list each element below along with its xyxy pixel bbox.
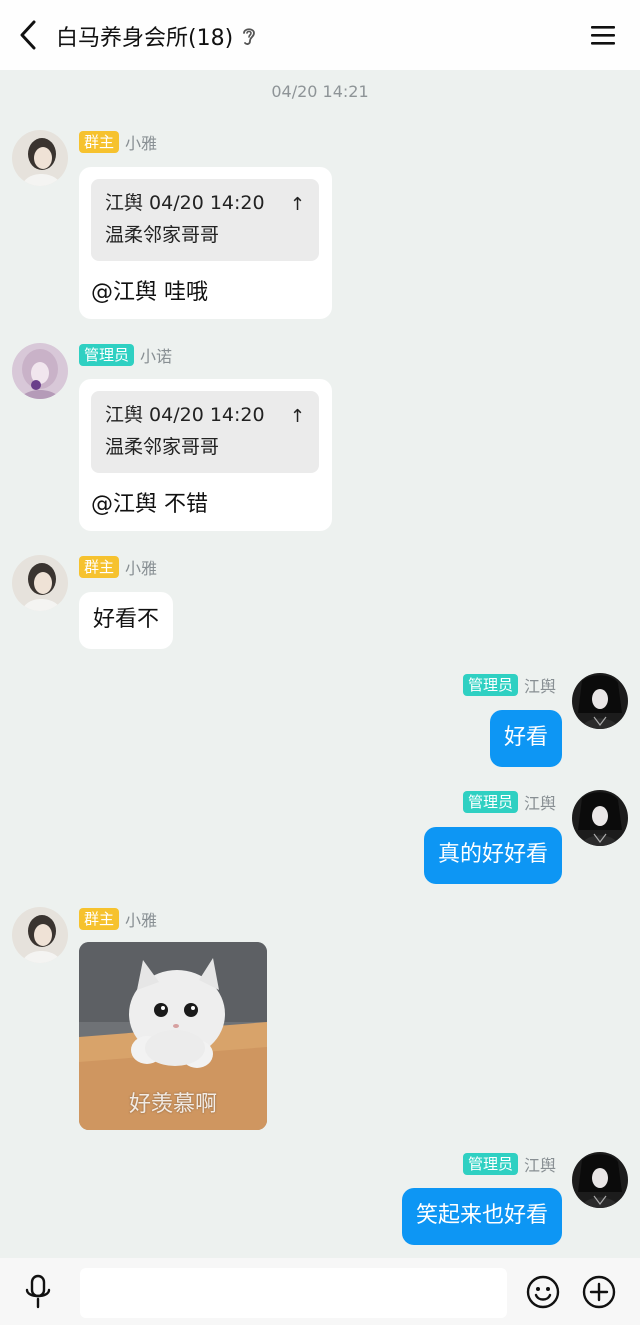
chat-header: 白马养身会所(18) <box>0 0 640 70</box>
quote-text: 温柔邻家哥哥 <box>105 436 220 458</box>
role-badge: 管理员 <box>462 791 518 813</box>
sender-meta: 管理员 江舆 <box>462 1152 556 1176</box>
message-bubble[interactable]: 江舆 04/20 14:20 温柔邻家哥哥 ↑ @江舆 哇哦 <box>79 167 332 319</box>
back-button[interactable] <box>12 18 44 52</box>
voice-button[interactable] <box>22 1274 54 1310</box>
quote-text: 温柔邻家哥哥 <box>105 224 220 246</box>
message-list[interactable]: 04/20 14:21 群主 小雅 江舆 04/20 14:20 温柔邻家哥哥 … <box>0 70 640 1258</box>
role-badge: 群主 <box>79 908 120 930</box>
sender-meta: 管理员 小诺 <box>79 343 172 367</box>
quote-jump-icon: ↑ <box>289 194 305 215</box>
group-title: 白马养身会所(18) <box>56 26 234 51</box>
role-badge: 群主 <box>79 131 120 153</box>
avatar[interactable] <box>12 555 68 611</box>
message-bubble[interactable]: 好看不 <box>79 592 174 649</box>
ear-icon <box>241 25 259 47</box>
time-separator: 04/20 14:21 <box>271 82 369 101</box>
sender-meta: 群主 小雅 <box>79 555 157 579</box>
sender-name: 江舆 <box>523 677 556 696</box>
quoted-message[interactable]: 江舆 04/20 14:20 温柔邻家哥哥 ↑ <box>91 391 319 473</box>
sender-name: 江舆 <box>523 794 556 813</box>
quote-jump-icon: ↑ <box>289 406 305 427</box>
input-bar <box>0 1258 640 1325</box>
message-input[interactable] <box>80 1268 507 1318</box>
emoji-button[interactable] <box>526 1275 560 1309</box>
role-badge: 群主 <box>79 556 120 578</box>
sender-name: 小雅 <box>125 911 158 930</box>
message-bubble[interactable]: 真的好好看 <box>423 827 562 884</box>
image-message[interactable]: 好羡慕啊 <box>79 942 267 1130</box>
sender-name: 小雅 <box>125 134 158 153</box>
role-badge: 管理员 <box>462 674 518 696</box>
title-area[interactable]: 白马养身会所(18) <box>56 20 259 52</box>
message-text: @江舆 不错 <box>91 492 208 517</box>
avatar[interactable] <box>12 343 68 399</box>
message-bubble[interactable]: 笑起来也好看 <box>401 1188 562 1245</box>
menu-icon <box>591 26 615 45</box>
role-badge: 管理员 <box>79 344 135 366</box>
more-button[interactable] <box>582 1275 616 1309</box>
sender-meta: 群主 小雅 <box>79 130 157 154</box>
quote-author-time: 江舆 04/20 14:20 <box>105 192 265 214</box>
message-bubble[interactable]: 江舆 04/20 14:20 温柔邻家哥哥 ↑ @江舆 不错 <box>79 379 332 531</box>
quote-author-time: 江舆 04/20 14:20 <box>105 404 265 426</box>
sender-meta: 管理员 江舆 <box>462 673 556 697</box>
avatar[interactable] <box>12 130 68 186</box>
sender-meta: 管理员 江舆 <box>462 790 556 814</box>
sender-meta: 群主 小雅 <box>79 907 157 931</box>
message-bubble[interactable]: 好看 <box>489 710 562 767</box>
emoji-icon <box>526 1275 560 1309</box>
role-badge: 管理员 <box>462 1153 518 1175</box>
sender-name: 小诺 <box>140 347 173 366</box>
microphone-icon <box>25 1274 51 1309</box>
avatar[interactable] <box>572 673 628 729</box>
menu-button[interactable] <box>588 20 618 50</box>
sender-name: 小雅 <box>125 559 158 578</box>
plus-icon <box>582 1275 616 1309</box>
image-caption: 好羡慕啊 <box>128 1092 217 1117</box>
message-text: @江舆 哇哦 <box>91 280 208 305</box>
avatar[interactable] <box>572 790 628 846</box>
quoted-message[interactable]: 江舆 04/20 14:20 温柔邻家哥哥 ↑ <box>91 179 319 261</box>
avatar[interactable] <box>12 907 68 963</box>
chevron-left-icon <box>20 20 36 50</box>
avatar[interactable] <box>572 1152 628 1208</box>
sender-name: 江舆 <box>523 1156 556 1175</box>
